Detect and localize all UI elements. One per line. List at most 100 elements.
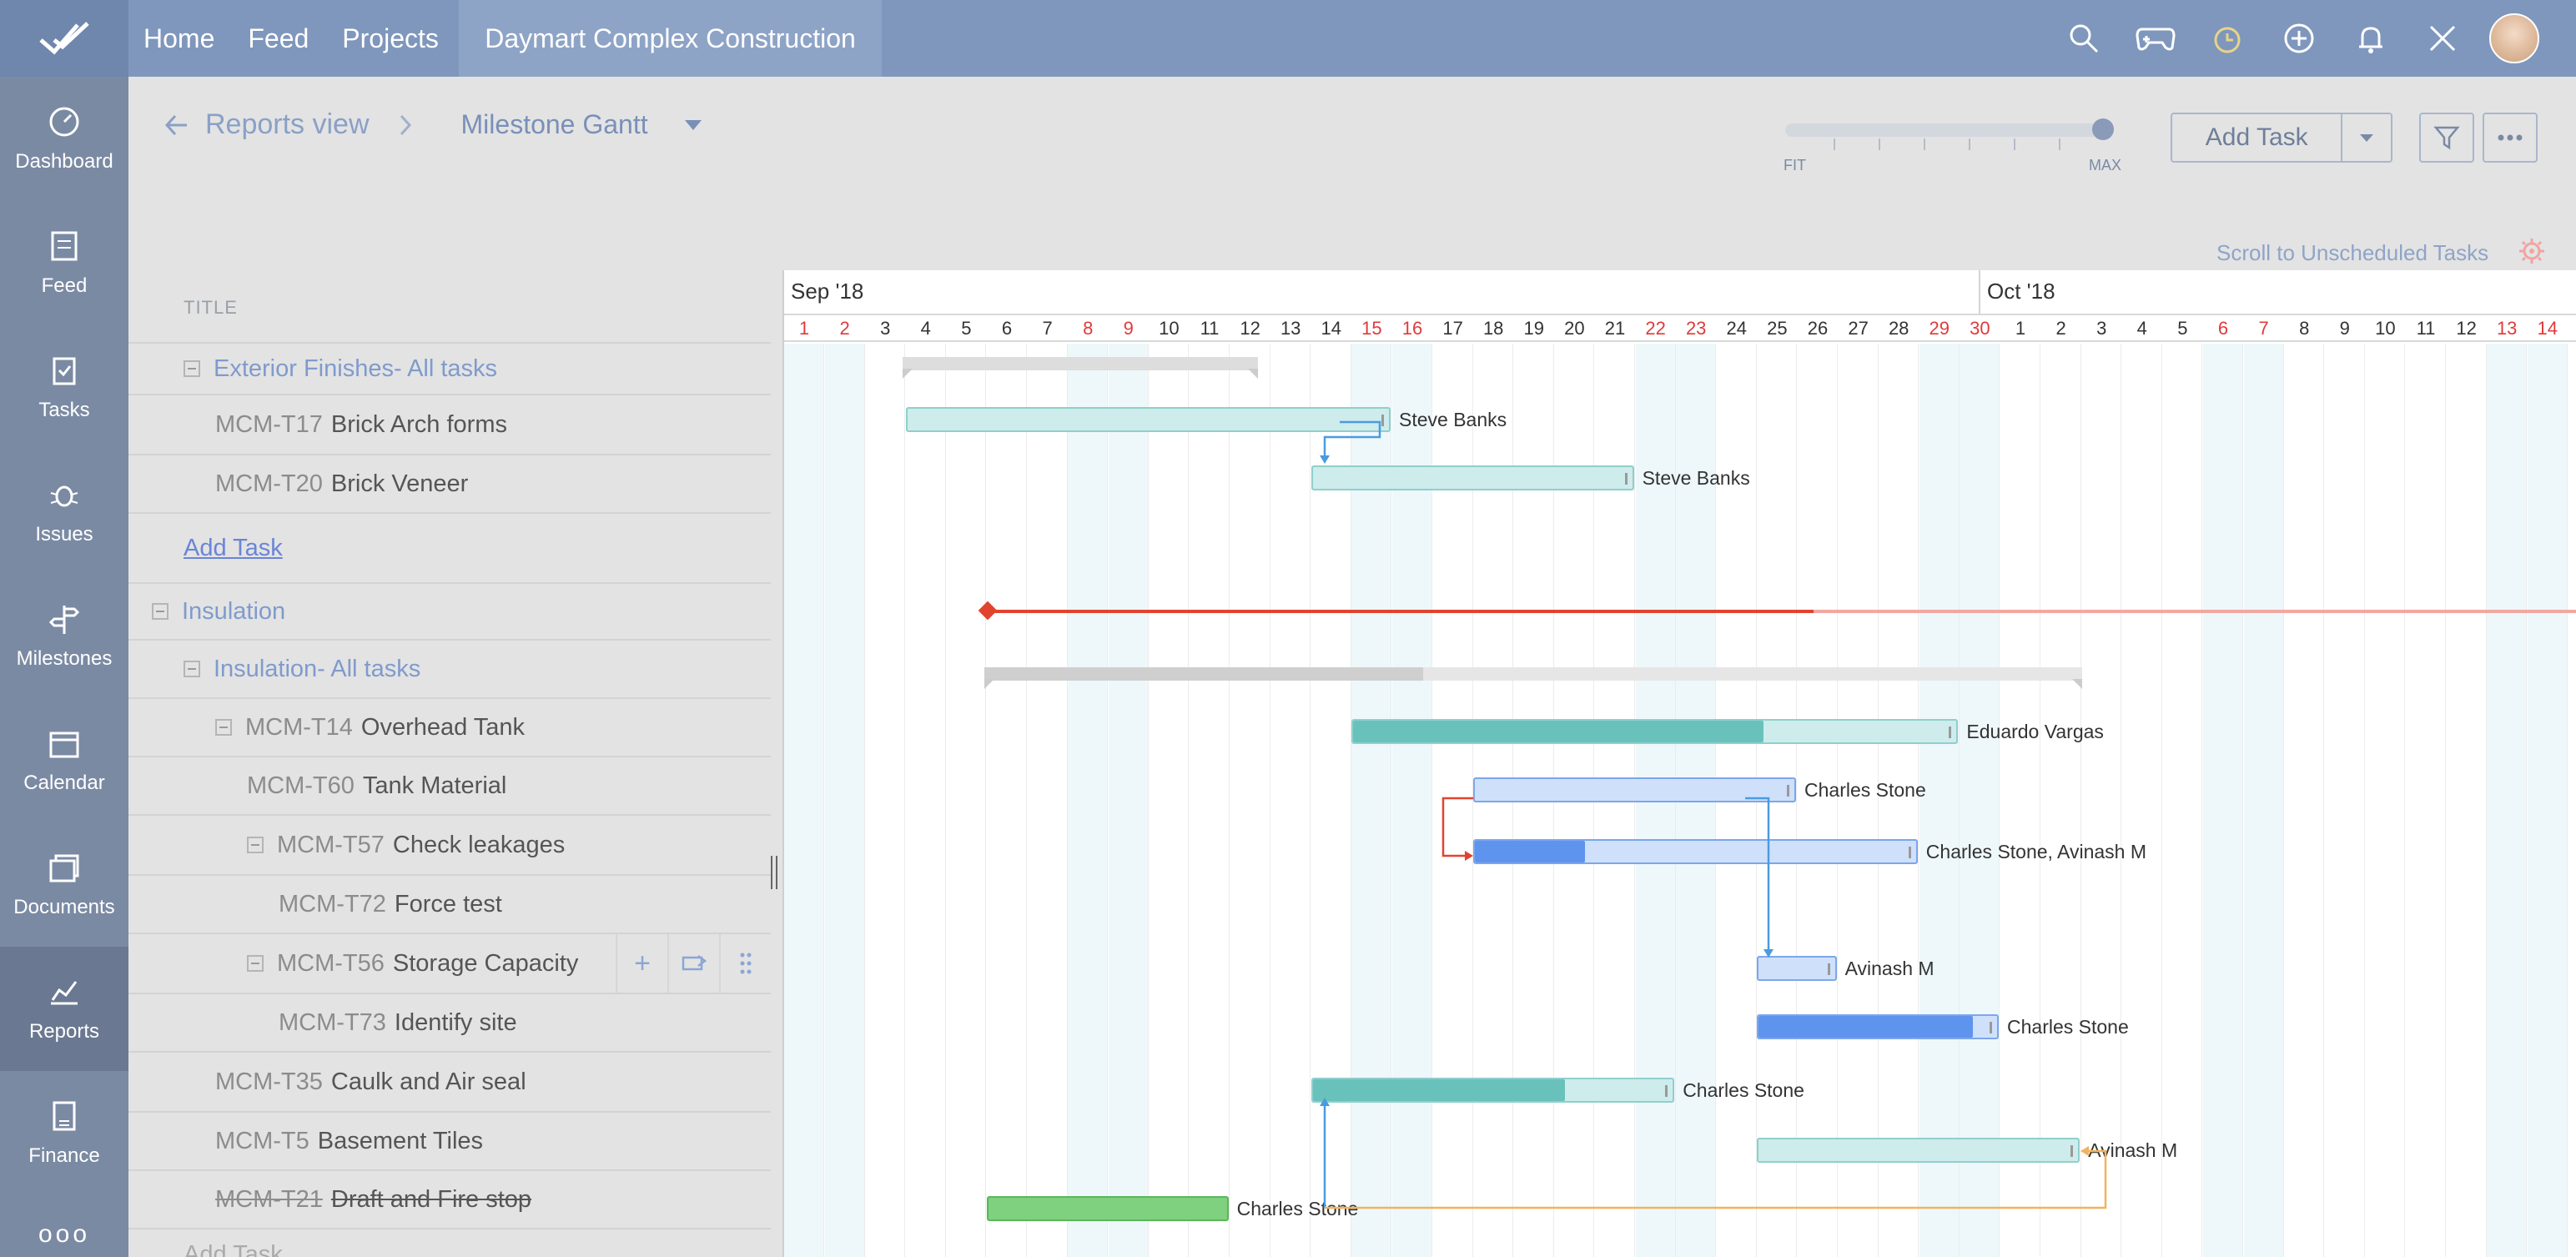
task-name[interactable]: Overhead Tank: [361, 714, 525, 742]
task-name[interactable]: Insulation- All tasks: [214, 656, 420, 683]
user-avatar[interactable]: [2489, 13, 2539, 63]
task-name[interactable]: Check leakages: [393, 832, 565, 859]
collapse-toggle-icon[interactable]: [152, 603, 169, 620]
add-task-link[interactable]: Add Task: [184, 535, 283, 562]
top-icons: [2059, 0, 2539, 77]
sidebar-item-documents[interactable]: Documents: [0, 822, 128, 947]
task-row[interactable]: Insulation- All tasks: [128, 641, 771, 699]
collapse-toggle-icon[interactable]: [215, 719, 232, 736]
task-name[interactable]: Caulk and Air seal: [331, 1068, 526, 1096]
task-name[interactable]: Draft and Fire stop: [331, 1186, 531, 1214]
sidebar-item-label: Calendar: [23, 772, 104, 795]
zoom-max-label: MAX: [2089, 157, 2121, 174]
panel-resizer[interactable]: [769, 847, 781, 897]
dependency-connectors: [784, 270, 2576, 1257]
more-menu-icon[interactable]: ooo: [0, 1220, 128, 1249]
zoom-handle[interactable]: [2092, 118, 2114, 140]
task-row[interactable]: MCM-T5 Basement Tiles: [128, 1113, 771, 1171]
task-name[interactable]: Storage Capacity: [393, 950, 578, 978]
bell-icon[interactable]: [2346, 13, 2396, 63]
collapse-toggle-icon[interactable]: [247, 837, 264, 853]
sidebar-item-label: Dashboard: [15, 150, 113, 173]
zoom-track[interactable]: [1785, 123, 2112, 137]
reschedule-icon[interactable]: [667, 934, 719, 993]
sidebar-item-calendar[interactable]: Calendar: [0, 698, 128, 822]
task-row[interactable]: MCM-T57 Check leakages: [128, 816, 771, 876]
milestone-name[interactable]: Insulation: [182, 598, 285, 626]
reports-icon: [48, 975, 81, 1008]
nav-projects[interactable]: Projects: [342, 23, 439, 54]
task-row[interactable]: Exterior Finishes- All tasks: [128, 344, 771, 395]
add-task-dropdown[interactable]: [2341, 113, 2391, 162]
sidebar-item-label: Reports: [29, 1020, 99, 1043]
task-row[interactable]: MCM-T21 Draft and Fire stop: [128, 1171, 771, 1229]
add-circle-icon[interactable]: [2274, 13, 2324, 63]
task-id: MCM-T73: [279, 1009, 386, 1037]
tools-icon[interactable]: [2418, 13, 2468, 63]
add-subtask-icon[interactable]: +: [616, 934, 667, 993]
collapse-toggle-icon[interactable]: [247, 955, 264, 972]
zoom-slider[interactable]: FIT MAX: [1784, 115, 2117, 173]
task-name[interactable]: Brick Veneer: [331, 470, 468, 498]
task-id: MCM-T72: [279, 891, 386, 918]
scroll-to-unscheduled-link[interactable]: Scroll to Unscheduled Tasks: [2216, 240, 2488, 266]
sidebar-item-issues[interactable]: Issues: [0, 450, 128, 574]
dependency-arrow: [1325, 422, 1380, 459]
task-list-header: TITLE: [128, 274, 771, 344]
milestone-row[interactable]: Insulation: [128, 584, 771, 641]
sidebar-item-reports[interactable]: Reports: [0, 947, 128, 1071]
task-row[interactable]: MCM-T60 Tank Material: [128, 757, 771, 816]
task-row[interactable]: MCM-T20 Brick Veneer: [128, 455, 771, 514]
timer-icon[interactable]: [2202, 13, 2252, 63]
breadcrumb-reports-view[interactable]: Reports view: [205, 108, 370, 141]
app-logo[interactable]: [0, 0, 128, 77]
top-bar: Home Feed Projects Daymart Complex Const…: [0, 0, 2576, 77]
sidebar-item-feed[interactable]: Feed: [0, 201, 128, 325]
task-row[interactable]: MCM-T72 Force test: [128, 876, 771, 934]
top-nav: Home Feed Projects: [143, 0, 472, 77]
settings-gear-icon[interactable]: [2518, 237, 2546, 269]
filter-button[interactable]: [2419, 113, 2474, 163]
task-name[interactable]: Force test: [395, 891, 502, 918]
task-id: MCM-T14: [245, 714, 353, 742]
sidebar-item-label: Issues: [35, 523, 93, 546]
task-row[interactable]: MCM-T14 Overhead Tank: [128, 699, 771, 757]
back-arrow-icon[interactable]: [164, 113, 189, 138]
sidebar-item-milestones[interactable]: Milestones: [0, 574, 128, 698]
sidebar-item-label: Documents: [13, 896, 114, 919]
sidebar-item-dashboard[interactable]: Dashboard: [0, 77, 128, 201]
dependency-arrow-head: [1320, 1098, 1330, 1106]
gamepad-icon[interactable]: [2131, 13, 2181, 63]
nav-home[interactable]: Home: [143, 23, 214, 54]
dependency-arrow: [1745, 798, 1768, 953]
task-row[interactable]: MCM-T73 Identify site: [128, 994, 771, 1053]
task-name[interactable]: Exterior Finishes- All tasks: [214, 355, 497, 383]
task-row[interactable]: MCM-T17 Brick Arch forms: [128, 395, 771, 455]
chevron-down-icon[interactable]: [685, 120, 702, 130]
zoom-fit-label: FIT: [1784, 157, 1806, 174]
collapse-toggle-icon[interactable]: [184, 661, 200, 677]
search-icon[interactable]: [2059, 13, 2109, 63]
task-id: MCM-T57: [277, 832, 385, 859]
gantt-chart[interactable]: Sep '18 Oct '18 123456789101112131415161…: [782, 270, 2576, 1257]
nav-feed[interactable]: Feed: [248, 23, 309, 54]
more-options-button[interactable]: [2483, 113, 2538, 163]
task-name[interactable]: Brick Arch forms: [331, 411, 507, 439]
add-task-link-partial[interactable]: Add Task: [184, 1241, 283, 1257]
chevron-down-icon: [2360, 134, 2373, 142]
collapse-toggle-icon[interactable]: [184, 360, 200, 377]
filter-icon: [2433, 124, 2460, 151]
task-name[interactable]: Basement Tiles: [318, 1128, 483, 1155]
task-name[interactable]: Identify site: [395, 1009, 517, 1037]
sidebar-item-finance[interactable]: Finance: [0, 1071, 128, 1195]
task-row[interactable]: MCM-T56 Storage Capacity +: [128, 934, 771, 994]
task-name[interactable]: Tank Material: [363, 772, 506, 800]
view-selector[interactable]: Milestone Gantt: [461, 109, 648, 140]
drag-handle-icon[interactable]: [719, 934, 771, 993]
project-tab[interactable]: Daymart Complex Construction: [459, 0, 882, 77]
sidebar-item-tasks[interactable]: Tasks: [0, 325, 128, 450]
task-row[interactable]: MCM-T35 Caulk and Air seal: [128, 1053, 771, 1113]
add-task-button[interactable]: Add Task: [2172, 123, 2341, 152]
dependency-arrow: [1325, 1151, 2106, 1208]
feed-icon: [48, 229, 81, 263]
